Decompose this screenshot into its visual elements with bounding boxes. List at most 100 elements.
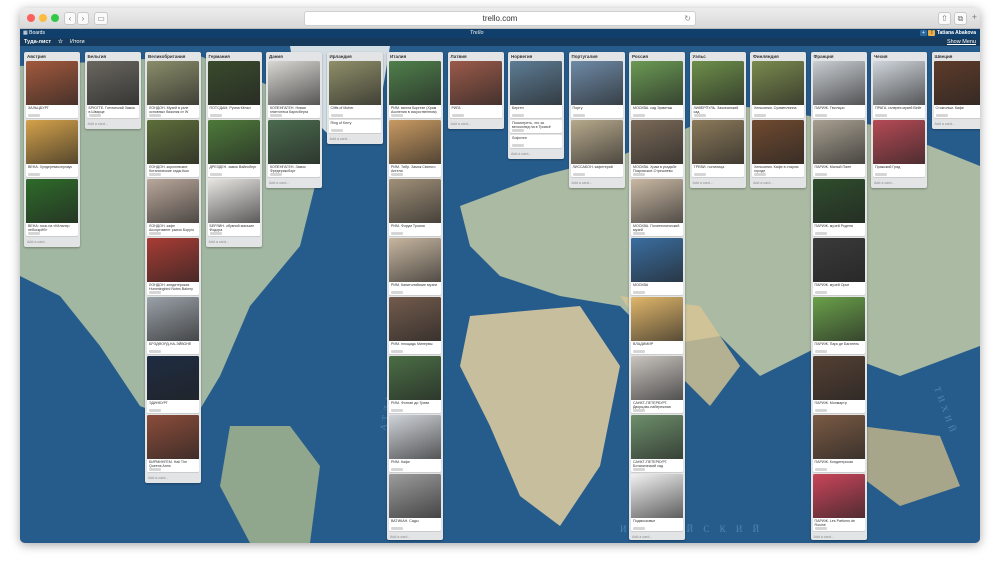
add-card-button[interactable]: Add a card... <box>387 533 443 540</box>
list-card[interactable]: ЛИВЕРПУЛЬ. Заокеанский сад <box>691 61 744 118</box>
list-card[interactable]: БИРМИНГЕМ. Hall The Queens Arms <box>147 415 199 472</box>
list-card[interactable]: Лофотен <box>510 135 562 148</box>
list-card[interactable]: Порту <box>570 61 623 118</box>
list[interactable]: Россия МОСКВА. сад Эрмитаж МОСКВА. Храм в … <box>629 52 685 540</box>
list-card[interactable]: РИМ. Капитолийские музеи <box>389 238 441 295</box>
add-card-button[interactable]: Add a card... <box>448 120 504 129</box>
list[interactable]: Финляндия Хельсинки. Суоменлинна Хельсинки… <box>750 52 806 188</box>
list-card[interactable]: РИМ. вилла Боргезе (Храм Асклепия в иску… <box>389 61 441 118</box>
boards-button[interactable]: ▦ Boards <box>23 29 45 38</box>
list-card[interactable]: ПОТСДАМ. Руина Кёльн <box>207 61 260 118</box>
list-title[interactable]: Финляндия <box>750 52 806 61</box>
board-title[interactable]: Туда-лист <box>24 38 51 46</box>
list-card[interactable]: ЛОНДОН. королевские ботанические сады Кь… <box>147 120 199 177</box>
add-card-button[interactable]: Add a card... <box>932 120 981 129</box>
avatar[interactable]: T <box>928 30 936 36</box>
list-card[interactable]: МОСКВА <box>631 238 683 295</box>
list-title[interactable]: Латвия <box>448 52 504 61</box>
add-card-button[interactable]: Add a card... <box>85 120 141 129</box>
tabs-icon[interactable]: ⧉ <box>954 12 967 25</box>
list-card[interactable]: РИМ. Форум Трояна <box>389 179 441 236</box>
add-card-button[interactable]: Add a card... <box>508 150 564 159</box>
list-card[interactable]: МОСКВА. сад Эрмитаж <box>631 61 683 118</box>
list[interactable]: Португалия Порту ЛИССАБОН. кафетерий Add a … <box>568 52 625 188</box>
list[interactable]: Норвегия Берген Посмотреть, что за велосип… <box>508 52 564 159</box>
list-card[interactable]: ЛОНДОН. кондитерская Hummingbird Notes B… <box>147 238 199 295</box>
list-card[interactable]: ДРЕЗДЕН. замок Вайнсберг <box>207 120 260 177</box>
add-card-button[interactable]: Add a card... <box>871 179 927 188</box>
list-card[interactable]: Ring of Kerry <box>328 120 381 133</box>
list-card[interactable]: РИГА <box>449 61 502 118</box>
list[interactable]: Австрия ЗАЛЬЦБУРГ ВЕНА. Хундертвассерхаус В… <box>24 52 80 247</box>
list-card[interactable]: РИМ. Тибр. Замок Святого Ангела <box>389 120 441 177</box>
list-card[interactable]: САНКТ-ПЕТЕРБУРГ. Дворцово-набережная <box>631 356 683 413</box>
list-card[interactable]: ПАРИЖ. Тюильри <box>812 61 865 118</box>
list[interactable]: Германия ПОТСДАМ. Руина Кёльн ДРЕЗДЕН. зам… <box>205 52 262 247</box>
list[interactable]: Бельгия БРЮГГЕ. Готический Замок в Шварце… <box>84 52 141 129</box>
list-card[interactable]: ПРАГА. галерея музей Вейт <box>873 61 925 118</box>
list-title[interactable]: Швеция <box>932 52 981 61</box>
list-card[interactable]: Хельсинки. Суоменлинна <box>752 61 804 118</box>
list-title[interactable]: Австрия <box>24 52 80 61</box>
add-card-button[interactable]: Add a card... <box>327 135 383 144</box>
back-icon[interactable]: ‹ <box>64 12 76 25</box>
list-card[interactable]: Cliffs of Moher <box>328 61 381 118</box>
list-card[interactable]: ЗАЛЬЦБУРГ <box>26 61 78 118</box>
add-card-button[interactable]: Add a card... <box>206 238 262 247</box>
address-bar[interactable]: trello.com ↻ <box>304 11 696 26</box>
list-card[interactable]: МОСКВА. Храм в усадьбе Покровское-Стрешн… <box>631 120 683 177</box>
list-card[interactable]: Хельсинки. Кафе в старом городе <box>752 120 804 177</box>
list-card[interactable]: ПАРИЖ. музей Родена <box>812 179 865 236</box>
list-card[interactable]: Берген <box>510 61 562 118</box>
list-card[interactable]: МОСКВА. Политехнический музей <box>631 179 683 236</box>
list-card[interactable]: ЛОНДОН. Музей в узле основных базилик от… <box>147 61 199 118</box>
add-card-button[interactable]: Add a card... <box>24 238 80 247</box>
reload-icon[interactable]: ↻ <box>684 12 691 25</box>
list-card[interactable]: КОПЕНГАГЕН. Замок Фредериксборг <box>268 120 320 177</box>
add-card-button[interactable]: Add a card... <box>750 179 806 188</box>
add-card-button[interactable]: Add a card... <box>266 179 322 188</box>
add-card-button[interactable]: Add a card... <box>569 179 625 188</box>
list-title[interactable]: Чехия <box>871 52 927 61</box>
minimize-window-icon[interactable] <box>39 14 47 22</box>
zoom-window-icon[interactable] <box>51 14 59 22</box>
trello-logo[interactable]: Trello <box>470 29 484 38</box>
share-icon[interactable]: ⇧ <box>938 12 951 25</box>
user-menu[interactable]: + T Tatiana Abakova <box>920 29 976 38</box>
list-card[interactable]: Стокгольм. Кафе <box>933 61 980 118</box>
list-card[interactable]: ВЕНА: ночь на «Кёльнер небоскрёб» <box>26 179 78 236</box>
list-title[interactable]: Норвегия <box>508 52 564 61</box>
close-window-icon[interactable] <box>27 14 35 22</box>
list-card[interactable]: ПАРИЖ. Les Parfums de Rosine <box>812 474 865 531</box>
new-tab-icon[interactable]: + <box>972 12 977 22</box>
list-title[interactable]: Португалия <box>569 52 625 61</box>
list-title[interactable]: Франция <box>811 52 867 61</box>
list-title[interactable]: Ирландия <box>327 52 383 61</box>
sidebar-icon[interactable]: ▭ <box>94 12 108 25</box>
list-title[interactable]: Дания <box>266 52 322 61</box>
list-card[interactable]: ВЕНА. Хундертвассерхаус <box>26 120 78 177</box>
list-card[interactable]: Подмосковье <box>631 474 683 531</box>
list-title[interactable]: Италия <box>387 52 443 61</box>
list[interactable]: Франция ПАРИЖ. Тюильри ПАРИЖ. Малый Пале ПА… <box>810 52 867 540</box>
list-card[interactable]: ЛОНДОН. кафе Ассортимент рынок Боруго <box>147 179 199 236</box>
add-card-button[interactable]: Add a card... <box>811 533 867 540</box>
list-card[interactable]: ПАРИЖ. Парк де Багатель <box>812 297 865 354</box>
team-label[interactable]: Итоги <box>70 38 85 46</box>
list-card[interactable]: РИМ. Фонтан ди Треви <box>389 356 441 413</box>
forward-icon[interactable]: › <box>77 12 89 25</box>
add-icon[interactable]: + <box>920 30 927 36</box>
list-card[interactable]: ПАРИЖ. Малый Пале <box>812 120 865 177</box>
list[interactable]: Ирландия Cliffs of Moher Ring of Kerry Add … <box>326 52 383 144</box>
list-card[interactable]: ПАРИЖ. Кондитерская <box>812 415 865 472</box>
list-title[interactable]: Германия <box>206 52 262 61</box>
list-card[interactable]: ПАРИЖ. Монмартр <box>812 356 865 413</box>
star-icon[interactable]: ☆ <box>58 38 63 46</box>
list-card[interactable]: ЭДИНБУРГ <box>147 356 199 413</box>
list-card[interactable]: ТРЕВИ. гостиница <box>691 120 744 177</box>
list[interactable]: Швеция Стокгольм. Кафе Add a card... <box>931 52 981 129</box>
list[interactable]: Великобритания ЛОНДОН. Музей в узле основ… <box>145 52 201 483</box>
show-menu-link[interactable]: Show Menu <box>947 38 976 46</box>
list-title[interactable]: Бельгия <box>85 52 141 61</box>
list-card[interactable]: БРЭДФОРД-НА-ЭЙВОНЕ <box>147 297 199 354</box>
